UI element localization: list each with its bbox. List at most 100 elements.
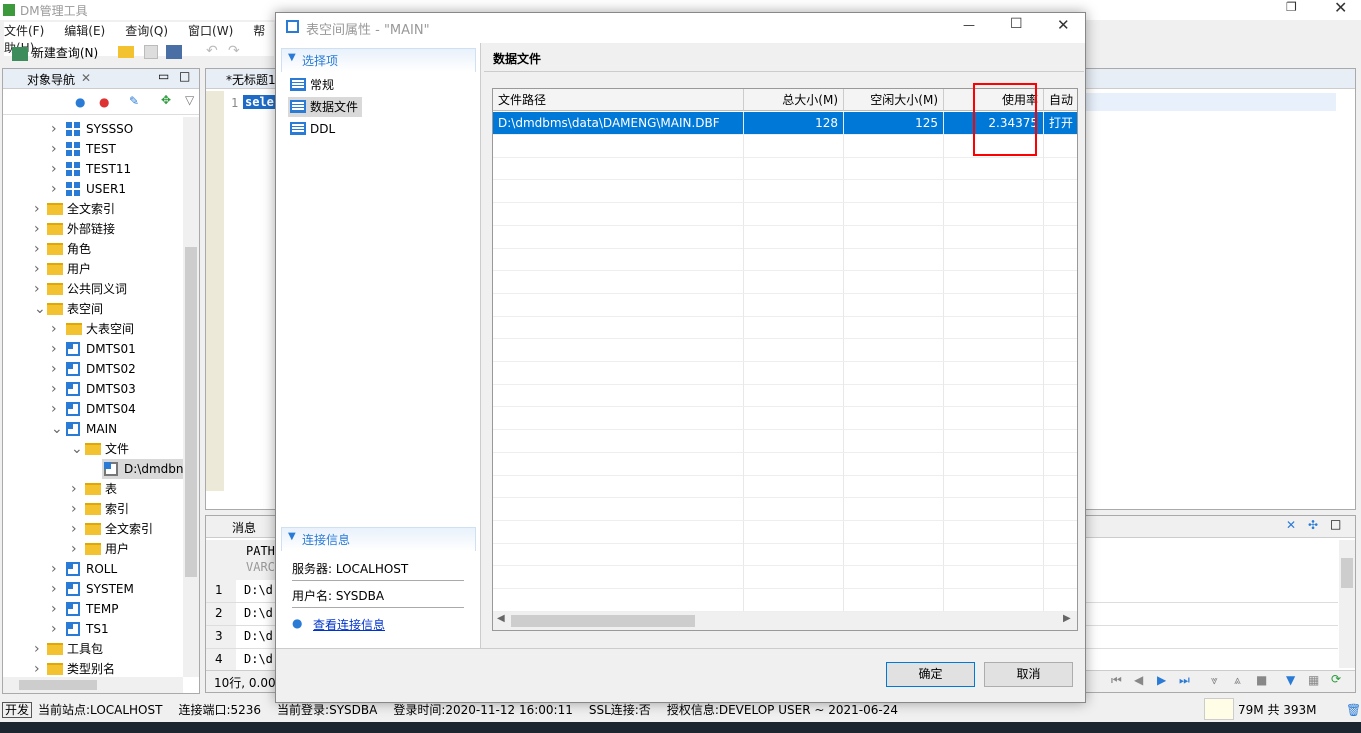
table-row[interactable] xyxy=(493,520,1077,544)
table-row[interactable] xyxy=(493,157,1077,181)
tree-item[interactable]: › SYSSSO xyxy=(3,119,183,139)
chevron-right-icon[interactable]: › xyxy=(51,179,57,199)
save-icon[interactable] xyxy=(144,45,158,59)
ok-button[interactable]: 确定 xyxy=(886,662,975,687)
tree-item[interactable]: › 全文索引 xyxy=(3,199,183,219)
chevron-right-icon[interactable]: › xyxy=(34,239,40,259)
column-header[interactable]: 自动 xyxy=(1044,89,1077,111)
tree-item[interactable]: › DMTS01 xyxy=(3,339,183,359)
menu-window[interactable]: 窗口(W) xyxy=(188,24,233,38)
expand-icon[interactable]: ✥ xyxy=(161,93,171,107)
tree-item[interactable]: › TEST11 xyxy=(3,159,183,179)
refresh-icon[interactable]: ⟳ xyxy=(1331,672,1341,686)
tree-hscrollbar[interactable] xyxy=(3,677,183,693)
table-row[interactable] xyxy=(493,316,1077,340)
tree-item[interactable]: › 外部链接 xyxy=(3,219,183,239)
table-row[interactable] xyxy=(493,543,1077,567)
chevron-right-icon[interactable]: › xyxy=(71,499,77,519)
expand-rows-icon[interactable]: ⩔ xyxy=(1211,673,1218,688)
new-query-button[interactable]: 新建查询(N) xyxy=(12,43,98,63)
next-page-icon[interactable]: ▶ xyxy=(1157,673,1166,687)
chevron-right-icon[interactable]: › xyxy=(51,339,57,359)
chevron-down-icon[interactable]: ⌄ xyxy=(34,299,46,319)
restore-button[interactable]: ❐ xyxy=(1286,0,1297,14)
chevron-right-icon[interactable]: › xyxy=(34,259,40,279)
tab-messages[interactable]: 消息 xyxy=(232,519,256,536)
undo-icon[interactable]: ↶ xyxy=(206,43,218,59)
prev-page-icon[interactable]: ◀ xyxy=(1134,673,1143,687)
editor-code[interactable]: sele xyxy=(243,95,276,109)
table-row[interactable] xyxy=(493,202,1077,226)
table-row[interactable] xyxy=(493,225,1077,249)
close-button[interactable]: ✕ xyxy=(1334,0,1347,17)
close-tab-icon[interactable]: ✕ xyxy=(81,71,91,85)
chevron-right-icon[interactable]: › xyxy=(51,359,57,379)
chevron-right-icon[interactable]: › xyxy=(51,379,57,399)
tree-item[interactable]: › TEMP xyxy=(3,599,183,619)
table-row[interactable] xyxy=(493,270,1077,294)
collapse-arrow-icon[interactable]: ▼ xyxy=(288,531,296,542)
chevron-right-icon[interactable]: › xyxy=(51,159,57,179)
option-0[interactable]: 常规 xyxy=(288,75,338,95)
maximize-icon[interactable]: □ xyxy=(179,69,190,83)
collapse-rows-icon[interactable]: ⩓ xyxy=(1234,673,1241,688)
chevron-right-icon[interactable]: › xyxy=(34,659,40,677)
tree-item[interactable]: › 角色 xyxy=(3,239,183,259)
tree-item[interactable]: › 用户 xyxy=(3,539,183,559)
edit-icon[interactable]: ✎ xyxy=(129,94,139,108)
column-header[interactable]: 总大小(M) xyxy=(744,89,844,111)
chevron-right-icon[interactable]: › xyxy=(34,279,40,299)
option-2[interactable]: DDL xyxy=(288,119,339,139)
menu-edit[interactable]: 编辑(E) xyxy=(64,24,105,38)
table-row[interactable] xyxy=(493,361,1077,385)
save-all-icon[interactable] xyxy=(166,45,182,59)
close-button[interactable]: ✕ xyxy=(1057,16,1070,34)
chevron-right-icon[interactable]: › xyxy=(51,559,57,579)
tree-item[interactable]: › 索引 xyxy=(3,499,183,519)
chevron-right-icon[interactable]: › xyxy=(51,399,57,419)
results-vscrollbar[interactable] xyxy=(1339,540,1355,668)
tree-item[interactable]: D:\dmdbn xyxy=(102,459,183,479)
tree-item[interactable]: › TS1 xyxy=(3,619,183,639)
tree-item[interactable]: › 公共同义词 xyxy=(3,279,183,299)
tree-item[interactable]: › ROLL xyxy=(3,559,183,579)
expand-all-icon[interactable]: ✣ xyxy=(1308,518,1318,532)
table-row[interactable] xyxy=(493,566,1077,589)
maximize-icon[interactable]: □ xyxy=(1330,517,1341,531)
table-hscrollbar[interactable]: ◀ ▶ xyxy=(493,612,1077,630)
table-row[interactable] xyxy=(493,384,1077,408)
tree-item[interactable]: › 全文索引 xyxy=(3,519,183,539)
chevron-down-icon[interactable]: ⌄ xyxy=(51,419,63,439)
redo-icon[interactable]: ↷ xyxy=(228,43,240,59)
tree-item[interactable]: › DMTS02 xyxy=(3,359,183,379)
table-row[interactable] xyxy=(493,429,1077,453)
minimize-button[interactable]: — xyxy=(963,18,975,32)
collapse-icon[interactable]: ✕ xyxy=(1286,518,1296,532)
cancel-button[interactable]: 取消 xyxy=(984,662,1073,687)
chevron-right-icon[interactable]: › xyxy=(51,619,57,639)
tree-item[interactable]: › TEST xyxy=(3,139,183,159)
table-row[interactable] xyxy=(493,497,1077,521)
tree-item[interactable]: › DMTS04 xyxy=(3,399,183,419)
table-row[interactable] xyxy=(493,407,1077,431)
chevron-right-icon[interactable]: › xyxy=(71,479,77,499)
chevron-right-icon[interactable]: › xyxy=(51,319,57,339)
collapse-arrow-icon[interactable]: ▼ xyxy=(288,52,296,63)
filter-icon[interactable]: ▼ xyxy=(1286,673,1295,687)
chevron-right-icon[interactable]: › xyxy=(34,199,40,219)
open-icon[interactable] xyxy=(118,46,134,58)
tree-item[interactable]: › 类型别名 xyxy=(3,659,183,677)
table-row[interactable] xyxy=(493,452,1077,476)
tree-item[interactable]: ⌄ 表空间 xyxy=(3,299,183,319)
table-row[interactable] xyxy=(493,588,1077,612)
view-menu-icon[interactable]: ▽ xyxy=(185,93,194,107)
tree-item[interactable]: › USER1 xyxy=(3,179,183,199)
chevron-right-icon[interactable]: › xyxy=(71,519,77,539)
menu-query[interactable]: 查询(Q) xyxy=(125,24,168,38)
table-row[interactable] xyxy=(493,180,1077,204)
chevron-right-icon[interactable]: › xyxy=(51,599,57,619)
view-connection-link[interactable]: 查看连接信息 xyxy=(313,616,385,633)
tree-item[interactable]: › 用户 xyxy=(3,259,183,279)
maximize-button[interactable]: ☐ xyxy=(1010,16,1023,32)
last-page-icon[interactable]: ⏭ xyxy=(1179,673,1190,688)
